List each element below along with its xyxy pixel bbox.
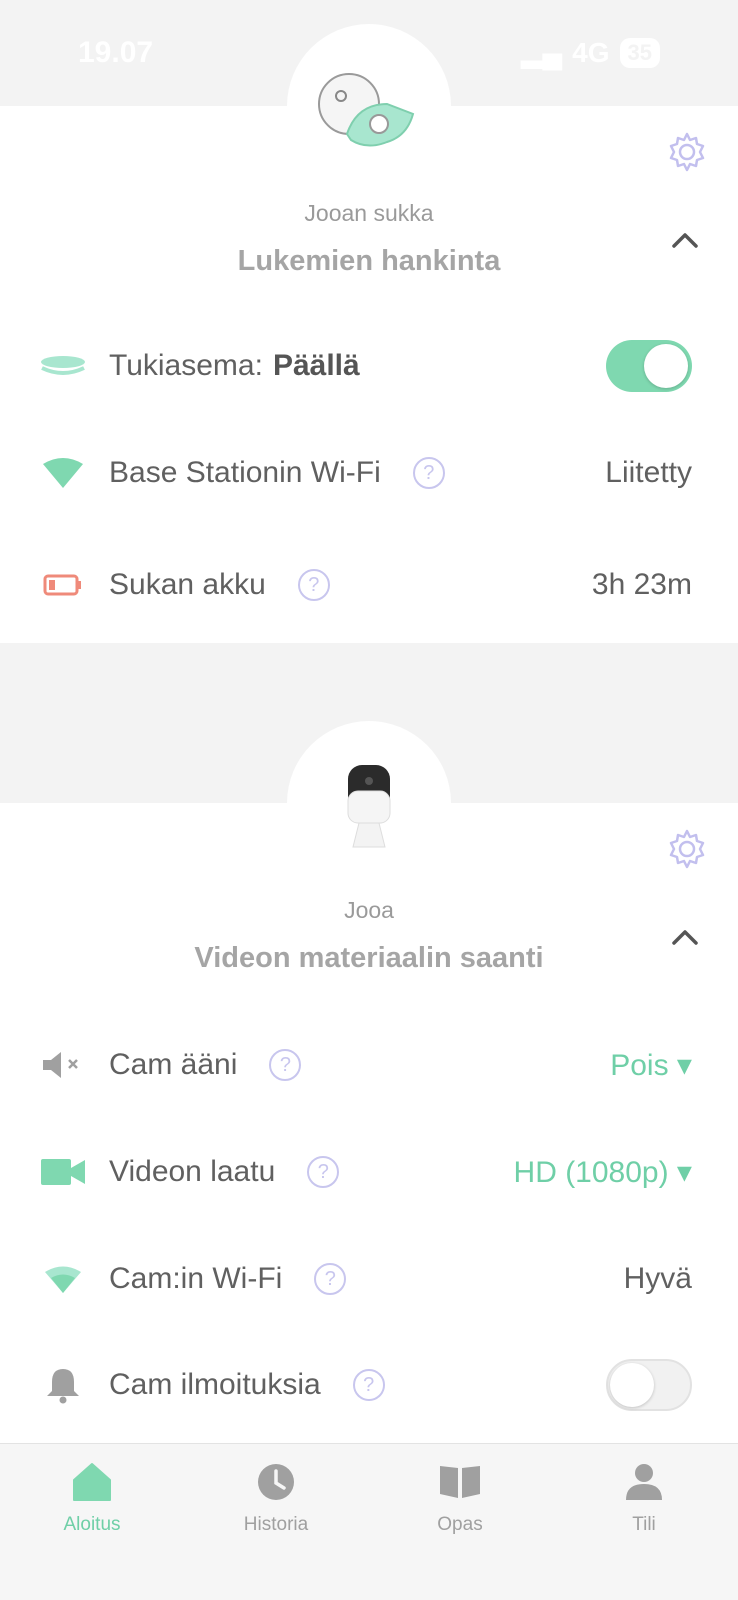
base-wifi-label: Base Stationin Wi-Fi ? [109,456,445,490]
sock-battery-row: Sukan akku ? 3h 23m [0,545,738,625]
cam-wifi-value: Hyvä [623,1262,692,1295]
base-station-state: Päällä [272,349,360,382]
status-indicators: ▂▄ 4G 35 [521,36,660,69]
tab-aloitus[interactable]: Aloitus [0,1444,184,1564]
base-station-toggle[interactable] [606,340,692,392]
cam-notifications-label: Cam ilmoituksia ? [109,1368,385,1402]
base-station-label-text: Tukiasema: [109,349,263,382]
base-wifi-label-text: Base Stationin Wi-Fi [109,456,381,489]
cam-wifi-label-text: Cam:in Wi-Fi [109,1262,283,1295]
video-quality-dropdown[interactable]: HD (1080p) ▾ [514,1155,692,1190]
cam-device-status: Videon materiaalin saanti [194,942,544,974]
clock-icon [258,1464,294,1500]
cam-device-name: Jooa [344,897,394,923]
tab-historia[interactable]: Historia [184,1444,368,1564]
cam-sound-row: Cam ääni ? Pois ▾ [0,1025,738,1105]
tab-tili[interactable]: Tili [552,1444,736,1564]
base-station-row: Tukiasema: Päällä [0,326,738,406]
sock-battery-label-text: Sukan akku [109,568,266,601]
help-icon[interactable]: ? [297,569,330,601]
sock-device-image [287,24,451,188]
help-icon[interactable]: ? [307,1156,340,1188]
help-icon[interactable]: ? [314,1263,347,1295]
video-quality-row: Videon laatu ? HD (1080p) ▾ [0,1132,738,1212]
tab-opas[interactable]: Opas [368,1444,552,1564]
cam-device-image [287,721,451,885]
cam-wifi-label: Cam:in Wi-Fi ? [109,1262,347,1296]
tab-label: Tili [632,1514,656,1535]
status-time: 19.07 [78,36,154,69]
help-icon[interactable]: ? [269,1049,302,1081]
sock-battery-value: 3h 23m [591,568,692,601]
cam-settings-gear-icon[interactable] [666,828,708,870]
toggle-knob [610,1363,654,1407]
network-label: 4G [572,36,610,68]
cam-sound-label: Cam ääni ? [109,1048,302,1082]
sock-device-name: Jooan sukka [304,200,434,226]
base-wifi-row: Base Stationin Wi-Fi ? Liitetty [0,433,738,513]
sock-device-icon [318,73,415,147]
sock-collapse-chevron-icon[interactable] [670,230,700,250]
cam-collapse-chevron-icon[interactable] [670,927,700,947]
camera-device-icon [347,765,391,848]
signal-icon: ▂▄ [520,37,563,68]
base-wifi-value: Liitetty [605,456,692,489]
cam-notifications-toggle[interactable] [606,1359,692,1411]
speaker-muted-icon [40,1042,86,1088]
sock-settings-gear-icon[interactable] [666,131,708,173]
cam-wifi-row: Cam:in Wi-Fi ? Hyvä [0,1239,738,1319]
base-station-label: Tukiasema: Päällä [109,349,360,383]
person-icon [626,1464,662,1500]
toggle-knob [644,344,688,388]
tab-label: Opas [437,1514,483,1535]
help-icon[interactable]: ? [352,1369,385,1401]
cam-notifications-row: Cam ilmoituksia ? [0,1345,738,1425]
bell-icon [40,1362,86,1408]
sock-battery-label: Sukan akku ? [109,568,330,602]
tab-label: Historia [243,1514,309,1535]
tab-label: Aloitus [63,1514,121,1535]
home-icon [73,1463,111,1501]
cam-notifications-label-text: Cam ilmoituksia [109,1368,321,1401]
base-station-icon [40,343,86,389]
bottom-tab-bar: Aloitus Historia Opas Tili [0,1443,738,1600]
cam-sound-dropdown[interactable]: Pois ▾ [610,1048,692,1083]
sock-device-status: Lukemien hankinta [237,245,501,277]
book-icon [440,1466,480,1498]
help-icon[interactable]: ? [412,457,445,489]
video-quality-label-text: Videon laatu [109,1155,276,1188]
video-quality-label: Videon laatu ? [109,1155,340,1189]
wifi-icon [40,1256,86,1302]
battery-low-icon [40,562,86,608]
battery-indicator: 35 [619,37,660,68]
wifi-icon [40,450,86,496]
cam-sound-label-text: Cam ääni [109,1048,238,1081]
video-camera-icon [40,1149,86,1195]
